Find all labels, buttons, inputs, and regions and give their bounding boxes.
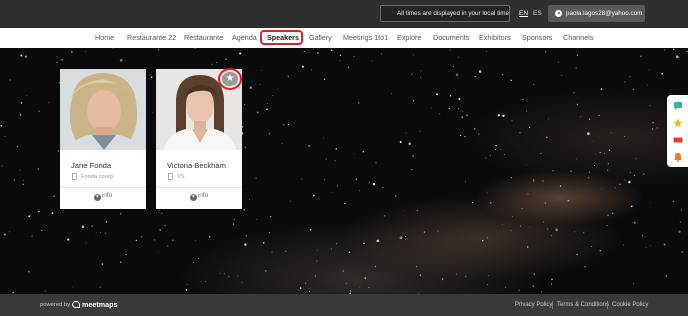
plus-icon: + [189,194,197,201]
speaker-name: Jane Fonda [71,161,112,170]
speaker-card[interactable]: Victoria Beckham VS + info [156,69,242,209]
chat-icon[interactable] [673,101,683,111]
speakers-highlight-annotation [260,30,303,45]
nav-restaurante[interactable]: Restaurante [184,28,223,48]
brand-logo[interactable]: meetmaps [72,300,118,309]
company-icon [168,173,173,180]
speaker-card[interactable]: ★ Jane Fonda Fonda coorp + info [60,69,146,209]
user-email: paola.lagos28@yahoo.com [566,10,643,17]
favorite-star-icon[interactable]: ★ [128,73,140,85]
card-divider [60,187,146,188]
main-nav: Home Restaurante 22 Restaurante Agenda S… [0,28,688,48]
company-icon [72,173,77,180]
footer-separator [552,301,553,309]
star-icon[interactable] [673,118,683,128]
nav-exhibitors[interactable]: Exhibitors [479,28,511,48]
ticket-icon[interactable] [673,135,683,145]
terms-link[interactable]: Terms & Conditions [557,302,609,308]
user-icon [555,10,562,17]
nav-meetings[interactable]: Meetings 1to1 [343,28,388,48]
nav-sponsors[interactable]: Sponsors [522,28,552,48]
nav-explore[interactable]: Explore [397,28,421,48]
nav-restaurante-22[interactable]: Restaurante 22 [127,28,176,48]
speaker-name: Victoria Beckham [167,161,226,170]
cookie-policy-link[interactable]: Cookie Policy [612,302,648,308]
timezone-notice: All times are displayed in your local ti… [380,5,510,22]
language-en[interactable]: EN [519,10,528,17]
bell-icon[interactable] [673,152,683,162]
favorite-highlight-annotation [218,68,242,90]
info-label: info [197,192,209,199]
speaker-info-link[interactable]: + info [156,192,242,201]
footer: powered by meetmaps Privacy Policy Terms… [0,294,688,316]
nav-documents[interactable]: Documents [433,28,469,48]
brand-name: meetmaps [82,300,118,309]
card-divider [156,187,242,188]
nav-gallery[interactable]: Gallery [309,28,332,48]
speaker-info-link[interactable]: + info [60,192,146,201]
timezone-notice-text: All times are displayed in your local ti… [397,10,509,17]
speaker-company: VS [177,174,185,180]
user-account-button[interactable]: paola.lagos28@yahoo.com [548,5,645,22]
info-label: info [101,192,113,199]
privacy-policy-link[interactable]: Privacy Policy [515,302,552,308]
footer-separator [607,301,608,309]
nav-home[interactable]: Home [95,28,114,48]
meetmaps-logo-icon [72,301,80,308]
nav-agenda[interactable]: Agenda [232,28,257,48]
top-bar: All times are displayed in your local ti… [0,0,688,28]
plus-icon: + [93,194,101,201]
speaker-company: Fonda coorp [81,174,113,180]
powered-by-text: powered by [40,302,70,308]
floating-side-toolbar [667,95,688,167]
language-es[interactable]: ES [533,10,542,17]
nav-channels[interactable]: Channels [563,28,593,48]
